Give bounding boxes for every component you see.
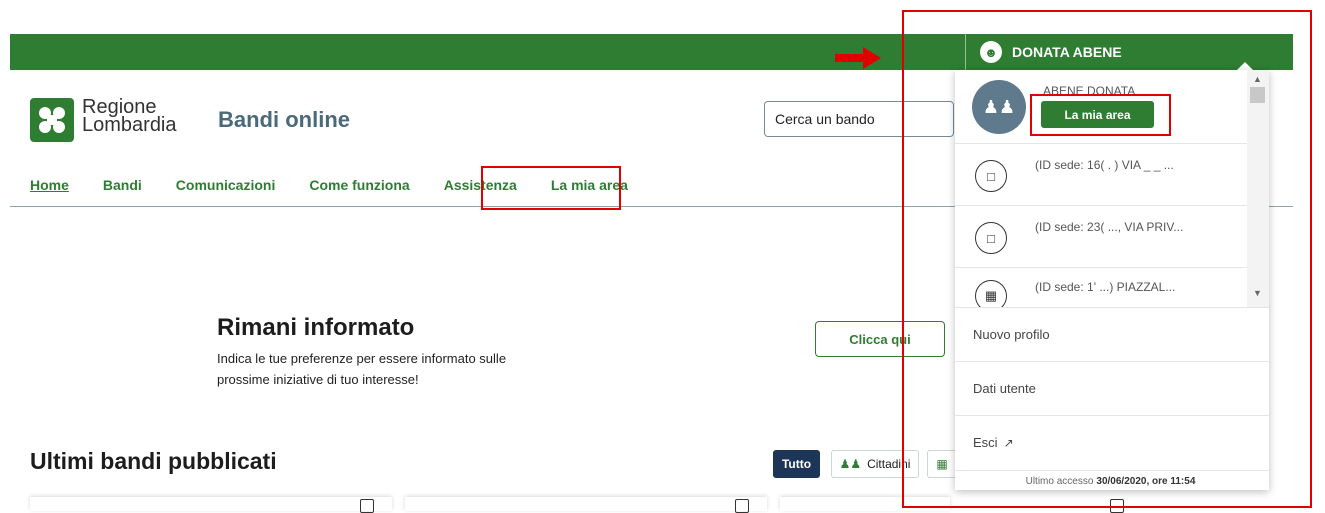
bando-card[interactable] — [405, 497, 767, 511]
site-title[interactable]: Bandi online — [218, 107, 350, 133]
bookmark-icon[interactable] — [360, 499, 374, 513]
nav-comunicazioni[interactable]: Comunicazioni — [176, 177, 276, 193]
annotation-arrow — [835, 54, 865, 62]
annotation-arrow-head — [863, 47, 881, 69]
bando-card[interactable] — [30, 497, 392, 511]
logo-text[interactable]: Regione Lombardia — [82, 97, 177, 135]
nav-bandi[interactable]: Bandi — [103, 177, 142, 193]
highlight-nav-la-mia-area — [481, 166, 621, 210]
highlight-user-panel — [902, 10, 1312, 508]
people-icon: ♟♟ — [839, 457, 862, 471]
nav-come-funziona[interactable]: Come funziona — [309, 177, 409, 193]
bookmark-icon[interactable] — [735, 499, 749, 513]
nav-home[interactable]: Home — [30, 177, 69, 193]
bandi-section-title: Ultimi bandi pubblicati — [30, 448, 277, 474]
info-title: Rimani informato — [217, 314, 415, 341]
filter-tutto[interactable]: Tutto — [773, 450, 820, 478]
info-text: Indica le tue preferenze per essere info… — [217, 351, 507, 387]
regione-logo-icon[interactable] — [30, 98, 74, 142]
